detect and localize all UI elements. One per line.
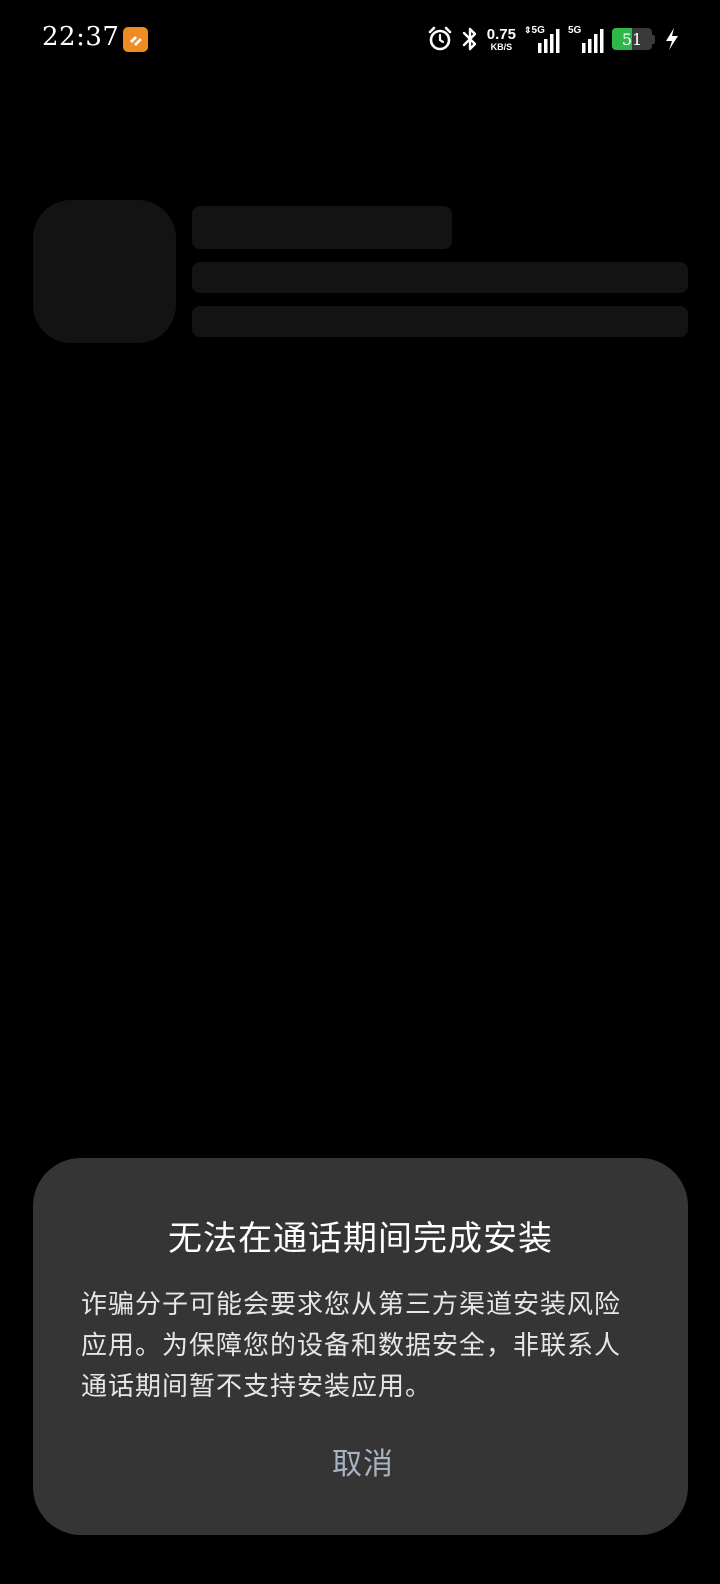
- app-info-placeholder: [192, 262, 688, 293]
- alarm-clock-icon: [427, 26, 453, 52]
- app-icon-placeholder: [33, 200, 176, 343]
- app-info-placeholder: [192, 306, 688, 337]
- battery-icon: 51: [612, 27, 656, 51]
- status-icons: 0.75 KB/S ⇕5G 5G 51: [427, 22, 680, 56]
- signal-icon: [582, 29, 604, 53]
- sim2-signal: 5G: [568, 25, 604, 53]
- app-name-placeholder: [192, 206, 452, 249]
- app-notification-icon: [123, 27, 148, 52]
- bluetooth-icon: [461, 26, 479, 52]
- dialog-title: 无法在通话期间完成安装: [168, 1219, 553, 1259]
- install-blocked-dialog: 无法在通话期间完成安装 诈骗分子可能会要求您从第三方渠道安装风险应用。为保障您的…: [33, 1158, 688, 1535]
- status-time: 22:37: [42, 22, 120, 52]
- network-speed-value: 0.75: [486, 25, 516, 43]
- network-speed-unit: KB/S: [490, 41, 513, 52]
- data-arrows-icon: ⇕: [524, 25, 532, 35]
- cancel-button[interactable]: 取消: [293, 1434, 433, 1488]
- sim1-signal: ⇕5G: [524, 25, 560, 53]
- sim2-network-label: 5G: [568, 25, 582, 36]
- battery-level: 51: [621, 29, 643, 49]
- dialog-message: 诈骗分子可能会要求您从第三方渠道安装风险应用。为保障您的设备和数据安全，非联系人…: [81, 1290, 622, 1402]
- charging-bolt-icon: [664, 27, 680, 51]
- signal-icon: [538, 29, 560, 53]
- network-speed: 0.75 KB/S: [487, 27, 516, 52]
- status-bar: 22:37 0.75 KB/S ⇕5G 5G 51: [0, 0, 720, 80]
